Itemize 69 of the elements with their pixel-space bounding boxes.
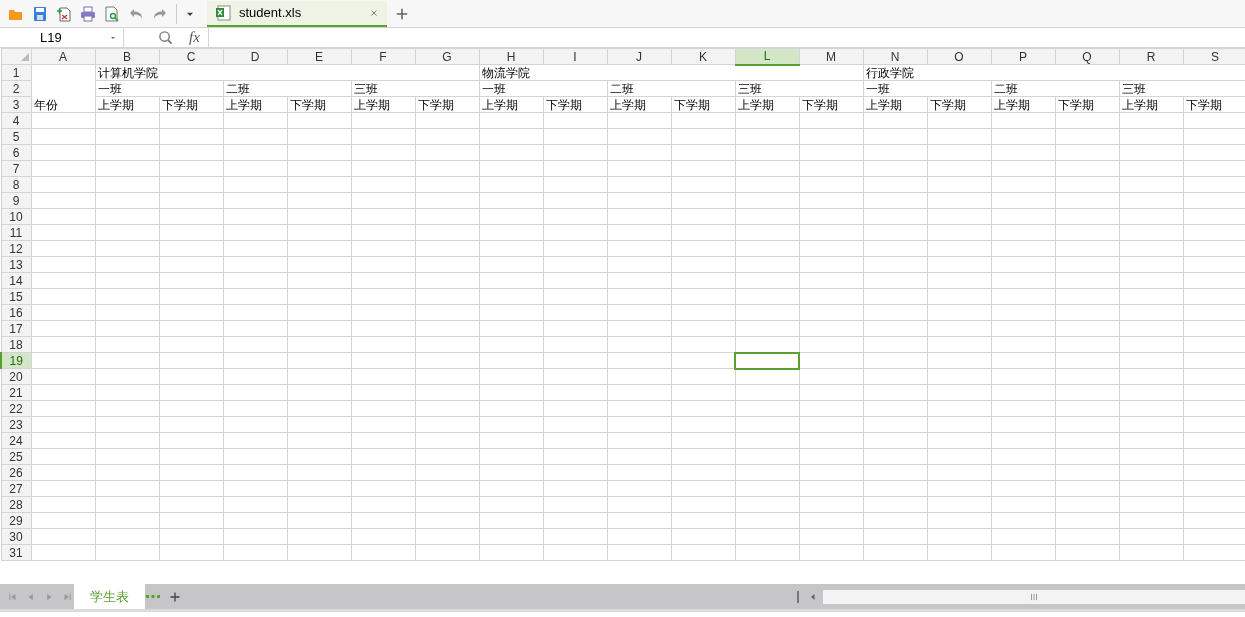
column-header[interactable]: L	[735, 48, 799, 65]
table-cell: 上学期	[481, 97, 518, 112]
table-cell: 一班	[97, 81, 122, 96]
column-header[interactable]: F	[351, 48, 415, 65]
column-header[interactable]: M	[799, 48, 863, 65]
table-cell: 上学期	[1121, 97, 1158, 112]
active-cell[interactable]	[735, 352, 799, 369]
print-preview-icon	[104, 5, 120, 22]
column-header[interactable]: P	[991, 48, 1055, 65]
table-cell: 下学期	[545, 97, 582, 112]
table-cell: 上学期	[993, 97, 1030, 112]
table-cell: 三班	[1121, 81, 1146, 96]
table-cell: 二班	[609, 81, 634, 96]
function-button[interactable]: fx	[189, 26, 200, 49]
table-cell: 上学期	[225, 97, 262, 112]
column-header[interactable]: G	[415, 48, 479, 65]
table-cell: 上学期	[609, 97, 646, 112]
table-cell: 一班	[481, 81, 506, 96]
table-cell: 下学期	[929, 97, 966, 112]
table-cell: 上学期	[353, 97, 390, 112]
select-all-icon[interactable]	[20, 52, 29, 61]
table-cell: 下学期	[673, 97, 710, 112]
spreadsheet-icon	[215, 4, 231, 21]
table-cell: 三班	[353, 81, 378, 96]
column-header[interactable]: C	[159, 48, 223, 65]
column-header[interactable]: S	[1183, 48, 1245, 65]
column-header[interactable]: Q	[1055, 48, 1119, 65]
add-sheet-icon[interactable]	[169, 590, 181, 603]
toolbar-button[interactable]	[80, 5, 96, 22]
table-cell: 二班	[225, 81, 250, 96]
table-cell: 行政学院	[865, 65, 914, 80]
table-cell: 下学期	[1185, 97, 1222, 112]
name-box[interactable]: L19	[0, 28, 124, 47]
print-icon	[80, 5, 96, 22]
grip-icon	[1028, 591, 1040, 602]
horizontal-scrollbar[interactable]	[823, 589, 1245, 604]
table-cell: 二班	[993, 81, 1018, 96]
column-header[interactable]: K	[671, 48, 735, 65]
add-icon[interactable]	[395, 6, 409, 21]
zoom-icon[interactable]	[158, 30, 173, 45]
column-header[interactable]: B	[95, 48, 159, 65]
column-header[interactable]: R	[1119, 48, 1183, 65]
table-cell: 下学期	[289, 97, 326, 112]
column-header[interactable]: A	[31, 48, 95, 65]
document-tab-label: student.xls	[239, 3, 303, 22]
table-cell: 计算机学院	[97, 65, 158, 80]
column-header[interactable]: D	[223, 48, 287, 65]
column-header[interactable]: J	[607, 48, 671, 65]
column-header[interactable]: E	[287, 48, 351, 65]
column-header[interactable]: H	[479, 48, 543, 65]
document-tab[interactable]: student.xls	[207, 0, 387, 27]
table-cell: 下学期	[1057, 97, 1094, 112]
table-cell: 三班	[737, 81, 762, 96]
toolbar-button[interactable]	[104, 5, 120, 22]
table-cell: 下学期	[801, 97, 838, 112]
table-cell: 下学期	[417, 97, 454, 112]
table-cell: 年份	[33, 98, 58, 112]
toolbar-button[interactable]	[32, 5, 48, 22]
table-cell: 上学期	[865, 97, 902, 112]
column-header[interactable]: I	[543, 48, 607, 65]
table-cell: 上学期	[97, 97, 134, 112]
table-cell: 下学期	[161, 97, 198, 112]
column-header[interactable]: O	[927, 48, 991, 65]
column-header[interactable]: N	[863, 48, 927, 65]
save-icon	[32, 5, 48, 22]
table-cell: 一班	[865, 81, 890, 96]
table-cell: 上学期	[737, 97, 774, 112]
table-cell: 物流学院	[481, 65, 530, 80]
close-icon[interactable]	[369, 7, 379, 18]
